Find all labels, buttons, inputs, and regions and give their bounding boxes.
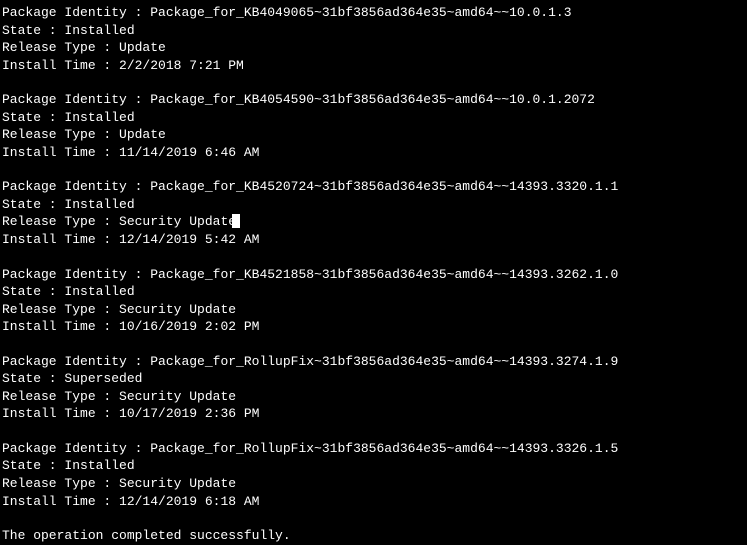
label: Install Time : [2,319,119,334]
value: Installed [64,458,134,473]
package-block: Package Identity : Package_for_KB4521858… [2,266,745,336]
value: Superseded [64,371,142,386]
install-time-line: Install Time : 12/14/2019 6:18 AM [2,493,745,511]
label: Release Type : [2,389,119,404]
install-time-line: Install Time : 10/17/2019 2:36 PM [2,405,745,423]
install-time-line: Install Time : 10/16/2019 2:02 PM [2,318,745,336]
value: Package_for_KB4521858~31bf3856ad364e35~a… [150,267,618,282]
value: Security Update [119,302,236,317]
package-block: Package Identity : Package_for_KB4520724… [2,178,745,248]
value: Security Update [119,476,236,491]
value: 10/16/2019 2:02 PM [119,319,259,334]
package-block: Package Identity : Package_for_KB4049065… [2,4,745,74]
release-type-line: Release Type : Update [2,126,745,144]
value: Update [119,127,166,142]
state-line: State : Installed [2,109,745,127]
package-identity-line: Package Identity : Package_for_KB4054590… [2,91,745,109]
package-block: Package Identity : Package_for_KB4054590… [2,91,745,161]
terminal-output: Package Identity : Package_for_KB4049065… [2,4,745,545]
value: 10/17/2019 2:36 PM [119,406,259,421]
value: Update [119,40,166,55]
value: Installed [64,197,134,212]
label: State : [2,197,64,212]
package-block: Package Identity : Package_for_RollupFix… [2,353,745,423]
label: Install Time : [2,406,119,421]
label: Package Identity : [2,92,150,107]
label: Release Type : [2,127,119,142]
state-line: State : Installed [2,457,745,475]
value: Package_for_RollupFix~31bf3856ad364e35~a… [150,354,618,369]
install-time-line: Install Time : 12/14/2019 5:42 AM [2,231,745,249]
label: Package Identity : [2,267,150,282]
label: Install Time : [2,494,119,509]
label: Release Type : [2,476,119,491]
value: 12/14/2019 6:18 AM [119,494,259,509]
state-line: State : Installed [2,196,745,214]
completion-message: The operation completed successfully. [2,527,745,545]
release-type-line: Release Type : Security Update [2,301,745,319]
value: Security Update [119,214,236,229]
label: Release Type : [2,302,119,317]
label: Package Identity : [2,179,150,194]
value: Package_for_KB4049065~31bf3856ad364e35~a… [150,5,571,20]
state-line: State : Superseded [2,370,745,388]
value: 12/14/2019 5:42 AM [119,232,259,247]
label: State : [2,284,64,299]
label: Install Time : [2,145,119,160]
package-identity-line: Package Identity : Package_for_KB4520724… [2,178,745,196]
install-time-line: Install Time : 11/14/2019 6:46 AM [2,144,745,162]
label: State : [2,458,64,473]
release-type-line: Release Type : Security Update [2,475,745,493]
label: State : [2,110,64,125]
release-type-line: Release Type : Update [2,39,745,57]
value: Package_for_KB4520724~31bf3856ad364e35~a… [150,179,618,194]
package-identity-line: Package Identity : Package_for_RollupFix… [2,440,745,458]
value: Installed [64,110,134,125]
release-type-line: Release Type : Security Update [2,213,745,231]
label: State : [2,371,64,386]
package-identity-line: Package Identity : Package_for_KB4521858… [2,266,745,284]
install-time-line: Install Time : 2/2/2018 7:21 PM [2,57,745,75]
package-identity-line: Package Identity : Package_for_RollupFix… [2,353,745,371]
value: Package_for_RollupFix~31bf3856ad364e35~a… [150,441,618,456]
state-line: State : Installed [2,22,745,40]
value: Installed [64,284,134,299]
label: Install Time : [2,232,119,247]
package-identity-line: Package Identity : Package_for_KB4049065… [2,4,745,22]
label: Release Type : [2,214,119,229]
release-type-line: Release Type : Security Update [2,388,745,406]
label: Package Identity : [2,441,150,456]
value: Package_for_KB4054590~31bf3856ad364e35~a… [150,92,595,107]
label: Package Identity : [2,354,150,369]
package-block: Package Identity : Package_for_RollupFix… [2,440,745,510]
label: Package Identity : [2,5,150,20]
label: Release Type : [2,40,119,55]
value: 11/14/2019 6:46 AM [119,145,259,160]
label: Install Time : [2,58,119,73]
cursor-icon [232,214,240,228]
value: Security Update [119,389,236,404]
value: Installed [64,23,134,38]
state-line: State : Installed [2,283,745,301]
value: 2/2/2018 7:21 PM [119,58,244,73]
label: State : [2,23,64,38]
